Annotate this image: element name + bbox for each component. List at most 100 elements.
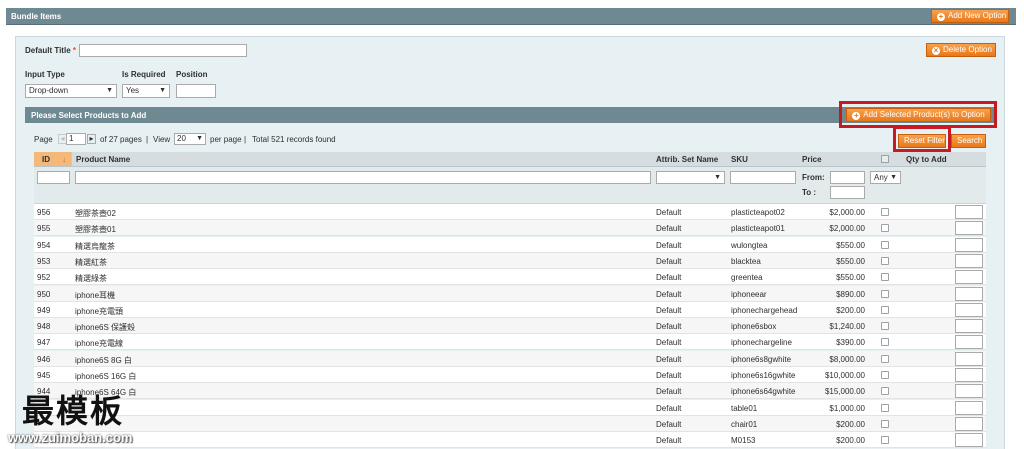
cell-product-name: iphone6S 保護殼 xyxy=(75,323,136,333)
qty-input[interactable] xyxy=(955,416,983,431)
is-required-select[interactable]: Yes ▼ xyxy=(122,84,170,98)
table-row[interactable]: Default table01 $1,000.00 xyxy=(34,399,986,416)
cell-attrib-set: Default xyxy=(656,387,682,397)
qty-input[interactable] xyxy=(955,351,983,366)
per-page-select[interactable]: 20 ▼ xyxy=(174,133,206,145)
cell-id: 950 xyxy=(37,289,51,299)
table-row[interactable]: 956 塑膠茶壺02 Default plasticteapot02 $2,000.00 xyxy=(34,204,986,220)
qty-input[interactable] xyxy=(955,384,983,399)
select-checkbox[interactable] xyxy=(881,273,889,282)
qty-input[interactable] xyxy=(955,335,983,350)
name-filter-input[interactable] xyxy=(75,171,651,184)
attrib-set-filter-select[interactable]: ▼ xyxy=(656,171,725,184)
input-type-select[interactable]: Drop-down ▼ xyxy=(25,84,117,98)
table-row[interactable]: 950 iphone耳機 Default iphoneear $890.00 xyxy=(34,285,986,302)
select-checkbox[interactable] xyxy=(881,208,889,216)
cell-sku: table01 xyxy=(731,403,758,413)
select-checkbox[interactable] xyxy=(881,403,889,412)
sku-filter-input[interactable] xyxy=(730,171,796,184)
attrib-set-header[interactable]: Attrib. Set Name xyxy=(656,155,718,164)
table-row[interactable]: 955 塑膠茶壺01 Default plasticteapot01 $2,000.00 xyxy=(34,220,986,237)
select-checkbox[interactable] xyxy=(881,387,889,396)
in-products-filter-select[interactable]: Any ▼ xyxy=(870,171,901,184)
page-input[interactable]: 1 xyxy=(66,133,86,145)
id-column-sorted[interactable] xyxy=(34,152,72,166)
qty-header: Qty to Add xyxy=(906,155,947,164)
table-row[interactable]: 953 精選紅茶 Default blacktea $550.00 xyxy=(34,252,986,269)
watermark-logo: 最模板 xyxy=(22,392,125,430)
cell-id: 955 xyxy=(37,224,51,234)
cell-attrib-set: Default xyxy=(656,305,682,315)
cell-price: $15,000.00 xyxy=(824,387,865,397)
qty-input[interactable] xyxy=(955,270,983,285)
cell-id: 948 xyxy=(37,322,51,332)
price-to-label: To : xyxy=(802,188,817,197)
sku-header[interactable]: SKU xyxy=(731,155,748,164)
qty-input[interactable] xyxy=(955,253,983,268)
id-header[interactable]: ID xyxy=(42,155,50,164)
cell-attrib-set: Default xyxy=(656,208,682,217)
table-row[interactable]: 944 iphone6S 64G 白 Default iphone6s64gwhite… xyxy=(34,383,986,400)
qty-input[interactable] xyxy=(955,400,983,415)
triangle-down-icon: ▼ xyxy=(890,174,897,181)
id-filter-input[interactable] xyxy=(37,171,70,184)
table-row[interactable]: 945 iphone6S 16G 白 Default iphone6s16gwhite… xyxy=(34,367,986,383)
table-row[interactable]: Default chair01 $200.00 xyxy=(34,415,986,432)
select-checkbox[interactable] xyxy=(881,240,889,249)
cell-attrib-set: Default xyxy=(656,403,682,413)
cell-price: $550.00 xyxy=(836,256,865,266)
cell-id: 947 xyxy=(37,338,51,348)
search-button[interactable]: Search xyxy=(951,134,986,148)
select-checkbox[interactable] xyxy=(881,338,889,347)
table-row[interactable]: 954 精選烏龍茶 Default wulongtea $550.00 xyxy=(34,236,986,253)
cell-product-name: iphone充電頭 xyxy=(75,306,124,316)
add-selected-products-button[interactable]: + Add Selected Product(s) to Option xyxy=(846,108,991,122)
cell-sku: iphonechargehead xyxy=(731,305,798,315)
arrow-right-icon[interactable]: ▸ xyxy=(87,134,96,144)
qty-input[interactable] xyxy=(955,205,983,219)
cell-attrib-set: Default xyxy=(656,419,682,429)
position-input[interactable] xyxy=(176,84,216,98)
reset-filter-button[interactable]: Reset Filter xyxy=(898,134,946,148)
table-row[interactable]: Default M0153 $200.00 xyxy=(34,432,986,449)
price-header[interactable]: Price xyxy=(802,155,822,164)
select-checkbox[interactable] xyxy=(881,289,889,298)
table-row[interactable]: 947 iphone充電線 Default iphonechargeline $390.… xyxy=(34,334,986,351)
section-title: Bundle Items xyxy=(11,12,62,21)
triangle-down-icon: ▼ xyxy=(714,174,721,181)
select-checkbox[interactable] xyxy=(881,224,889,233)
qty-input[interactable] xyxy=(955,368,983,382)
cell-price: $890.00 xyxy=(836,289,865,299)
cell-id: 954 xyxy=(37,240,51,250)
qty-input[interactable] xyxy=(955,302,983,317)
qty-input[interactable] xyxy=(955,286,983,301)
table-row[interactable]: 946 iphone6S 8G 白 Default iphone6s8gwhite $8… xyxy=(34,350,986,367)
cell-sku: blacktea xyxy=(731,256,761,266)
add-new-option-button[interactable]: + Add New Option xyxy=(931,9,1009,23)
select-checkbox[interactable] xyxy=(881,256,889,265)
price-to-input[interactable] xyxy=(830,186,865,199)
select-checkbox[interactable] xyxy=(881,354,889,363)
triangle-down-icon: ▼ xyxy=(159,87,166,94)
delete-option-button[interactable]: × Delete Option xyxy=(926,43,996,57)
table-row[interactable]: 952 精選綠茶 Default greentea $550.00 xyxy=(34,269,986,286)
select-checkbox[interactable] xyxy=(881,305,889,314)
qty-input[interactable] xyxy=(955,237,983,252)
table-row[interactable]: 949 iphone充電頭 Default iphonechargehead $200.… xyxy=(34,301,986,318)
table-row[interactable]: 948 iphone6S 保護殼 Default iphone6sbox $1,240.… xyxy=(34,318,986,335)
checkbox-icon[interactable] xyxy=(881,155,889,163)
pager-separator: | xyxy=(244,135,247,144)
qty-input[interactable] xyxy=(955,433,983,448)
cell-id: 949 xyxy=(37,305,51,315)
select-checkbox[interactable] xyxy=(881,371,889,379)
qty-input[interactable] xyxy=(955,319,983,334)
default-title-input[interactable] xyxy=(79,44,247,57)
select-checkbox[interactable] xyxy=(881,322,889,331)
select-checkbox[interactable] xyxy=(881,419,889,428)
product-name-header[interactable]: Product Name xyxy=(76,155,130,164)
cell-price: $200.00 xyxy=(836,436,865,446)
select-checkbox[interactable] xyxy=(881,436,889,445)
qty-input[interactable] xyxy=(955,221,983,236)
cell-attrib-set: Default xyxy=(656,256,682,266)
price-from-input[interactable] xyxy=(830,171,865,184)
